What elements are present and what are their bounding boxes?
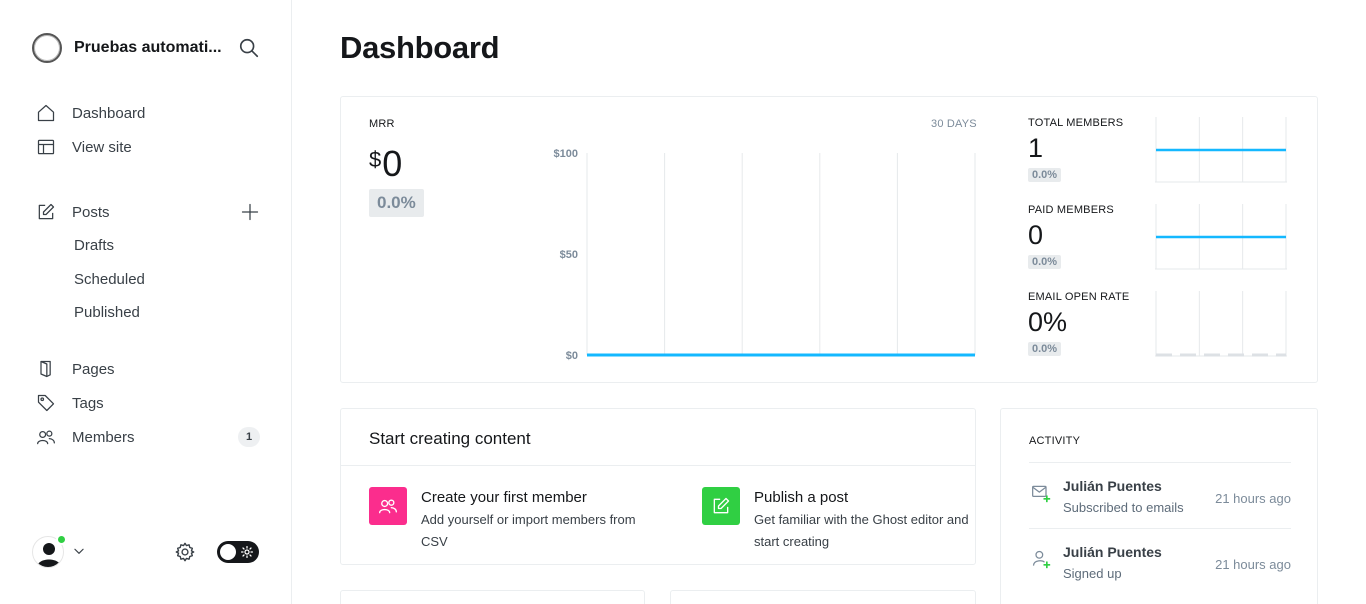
nav-label-pages: Pages: [72, 360, 115, 378]
publish-post-link[interactable]: Publish a post Get familiar with the Gho…: [702, 486, 992, 556]
divider: [341, 465, 975, 466]
site-name: Pruebas automati...: [74, 39, 222, 56]
nav-item-pages[interactable]: Pages: [36, 352, 260, 386]
activity-row[interactable]: Julián Puentes Subscribed to emails 21 h…: [1029, 462, 1291, 528]
sidebar: Pruebas automati... Dashboard View site …: [0, 0, 292, 604]
search-icon[interactable]: [238, 37, 260, 59]
nav-item-scheduled[interactable]: Scheduled: [36, 263, 260, 297]
edit-icon: [702, 487, 740, 525]
dark-mode-toggle[interactable]: [217, 541, 259, 563]
metric-total-members[interactable]: TOTAL MEMBERS 1 0.0%: [1028, 117, 1288, 187]
publish-post-desc: Get familiar with the Ghost editor and s…: [754, 512, 969, 549]
members-icon: [369, 487, 407, 525]
online-status-dot: [56, 534, 67, 545]
paid-members-value: 0: [1028, 220, 1044, 250]
nav-item-view-site[interactable]: View site: [36, 130, 260, 164]
content-nav: Posts Drafts Scheduled Published: [36, 195, 260, 330]
email-open-rate-value: 0%: [1028, 307, 1068, 337]
add-post-icon[interactable]: [240, 202, 260, 222]
metric-email-open-rate[interactable]: EMAIL OPEN RATE 0% 0.0%: [1028, 291, 1288, 361]
activity-card: ACTIVITY Julián Puentes Subscribed to em…: [1000, 408, 1318, 604]
secondary-nav: Pages Tags Members 1: [36, 352, 260, 454]
create-member-link[interactable]: Create your first member Add yourself or…: [369, 486, 659, 556]
activity-description: Signed up: [1063, 566, 1122, 581]
y-tick-label: $0: [566, 350, 578, 362]
email-open-rate-chart: [1155, 291, 1287, 357]
nav-item-dashboard[interactable]: Dashboard: [36, 96, 260, 130]
site-brand[interactable]: Pruebas automati...: [32, 32, 259, 64]
paid-members-change: 0.0%: [1028, 255, 1062, 269]
mrr-chart: $100 $50 $0: [554, 148, 976, 362]
publish-post-title: Publish a post: [754, 489, 849, 506]
activity-member-name[interactable]: Julián Puentes: [1063, 478, 1162, 494]
total-members-change: 0.0%: [1028, 168, 1062, 182]
page-icon: [36, 359, 56, 379]
nav-label-dashboard: Dashboard: [72, 104, 146, 122]
activity-member-name[interactable]: Julián Puentes: [1063, 544, 1162, 560]
email-subscribe-icon: [1032, 485, 1051, 503]
bottom-card: [340, 590, 645, 604]
nav-label-posts: Posts: [72, 203, 110, 221]
mrr-value: $0: [369, 143, 402, 185]
nav-item-tags[interactable]: Tags: [36, 386, 260, 420]
layout-icon: [36, 137, 56, 157]
activity-time: 21 hours ago: [1215, 557, 1291, 572]
paid-members-sparkline: [1155, 204, 1287, 270]
toggle-knob: [220, 544, 236, 560]
activity-row[interactable]: Julián Puentes Signed up 21 hours ago: [1029, 528, 1291, 594]
page-title: Dashboard: [340, 30, 500, 65]
mrr-amount: 0: [382, 143, 403, 184]
y-tick-label: $100: [554, 148, 578, 160]
mrr-currency: $: [369, 147, 382, 172]
start-creating-title: Start creating content: [369, 429, 531, 448]
sun-icon: [241, 546, 253, 558]
mrr-change-badge: 0.0%: [369, 189, 424, 217]
user-signup-icon: [1032, 550, 1051, 569]
nav-item-drafts[interactable]: Drafts: [36, 229, 260, 263]
activity-time: 21 hours ago: [1215, 491, 1291, 506]
activity-description: Subscribed to emails: [1063, 500, 1184, 515]
nav-label-members: Members: [72, 428, 135, 446]
metrics-card: MRR $0 0.0% 30 DAYS $100 $50 $0 TOTAL MEMB…: [340, 96, 1318, 383]
chevron-down-icon[interactable]: [72, 544, 86, 558]
create-member-desc: Add yourself or import members from CSV: [421, 512, 636, 549]
bottom-card: [670, 590, 976, 604]
total-members-sparkline: [1155, 117, 1287, 183]
gear-icon[interactable]: [174, 541, 196, 563]
primary-nav: Dashboard View site: [36, 96, 260, 164]
main-content: Dashboard MRR $0 0.0% 30 DAYS $100 $50 $0 …: [292, 0, 1366, 604]
members-icon: [36, 427, 56, 447]
total-members-value: 1: [1028, 133, 1044, 163]
metric-paid-members[interactable]: PAID MEMBERS 0 0.0%: [1028, 204, 1288, 274]
create-member-title: Create your first member: [421, 489, 587, 506]
nav-label-tags: Tags: [72, 394, 104, 412]
email-open-rate-change: 0.0%: [1028, 342, 1062, 356]
home-icon: [36, 103, 56, 123]
site-logo: [32, 33, 62, 63]
email-open-rate-label: EMAIL OPEN RATE: [1028, 291, 1130, 303]
nav-label-view-site: View site: [72, 138, 132, 156]
paid-members-label: PAID MEMBERS: [1028, 204, 1114, 216]
y-tick-label: $50: [560, 249, 578, 261]
mrr-period-label[interactable]: 30 DAYS: [931, 118, 977, 130]
sidebar-footer: [32, 534, 260, 570]
members-count-badge: 1: [238, 427, 260, 447]
nav-item-members[interactable]: Members 1: [36, 420, 260, 454]
total-members-label: TOTAL MEMBERS: [1028, 117, 1124, 129]
activity-label: ACTIVITY: [1029, 435, 1081, 447]
edit-icon: [36, 202, 56, 222]
tag-icon: [36, 393, 56, 413]
mrr-label: MRR: [369, 118, 395, 130]
nav-item-published[interactable]: Published: [36, 296, 260, 330]
start-creating-card: Start creating content Create your first…: [340, 408, 976, 565]
nav-item-posts[interactable]: Posts: [36, 195, 260, 229]
